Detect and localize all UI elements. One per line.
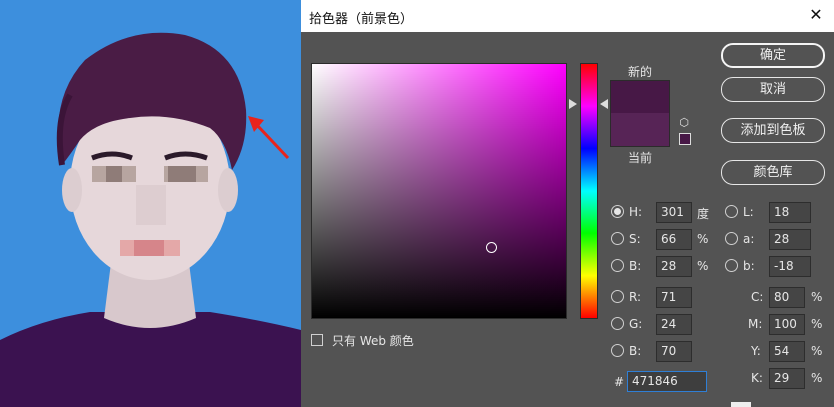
magenta-unit: % — [811, 317, 823, 331]
hue-radio[interactable] — [611, 205, 624, 218]
hex-label: # — [614, 375, 625, 389]
title-bar: 拾色器（前景色） ✕ — [301, 0, 834, 32]
blue-input[interactable]: 70 — [656, 341, 692, 362]
color-picker-dialog: 拾色器（前景色） ✕ 新的 当前 ⬡ 确定 取消 添加到色板 颜色库 H: 30… — [301, 0, 834, 407]
yellow-label: Y: — [751, 344, 761, 358]
hue-slider-handle-left-icon[interactable] — [569, 99, 577, 109]
blue-label: B: — [629, 344, 642, 358]
hue-slider[interactable] — [580, 63, 598, 319]
red-input[interactable]: 71 — [656, 287, 692, 308]
green-label: G: — [629, 317, 643, 331]
cancel-button[interactable]: 取消 — [721, 77, 825, 102]
brightness-radio[interactable] — [611, 259, 624, 272]
magenta-input[interactable]: 100 — [769, 314, 805, 335]
lab-b-radio[interactable] — [725, 259, 738, 272]
cyan-label: C: — [751, 290, 764, 304]
out-of-web-gamut-cube-icon[interactable]: ⬡ — [678, 117, 690, 129]
color-cursor[interactable] — [486, 242, 497, 253]
hue-label: H: — [629, 205, 643, 219]
web-colors-only-checkbox[interactable] — [311, 334, 323, 346]
hue-slider-handle-right-icon[interactable] — [600, 99, 608, 109]
red-radio[interactable] — [611, 290, 624, 303]
portrait-photo — [0, 0, 301, 407]
lab-a-label: a: — [743, 232, 755, 246]
web-colors-only-label: 只有 Web 颜色 — [332, 334, 414, 348]
ok-button[interactable]: 确定 — [721, 43, 825, 68]
cyan-unit: % — [811, 290, 823, 304]
color-libraries-button[interactable]: 颜色库 — [721, 160, 825, 185]
black-unit: % — [811, 371, 823, 385]
saturation-unit: % — [697, 232, 709, 246]
lightness-input[interactable]: 18 — [769, 202, 811, 223]
lab-b-input[interactable]: -18 — [769, 256, 811, 277]
brightness-unit: % — [697, 259, 709, 273]
current-color-label: 当前 — [628, 151, 653, 165]
brightness-label: B: — [629, 259, 642, 273]
screen: 拾色器（前景色） ✕ 新的 当前 ⬡ 确定 取消 添加到色板 颜色库 H: 30… — [0, 0, 834, 407]
black-label: K: — [751, 371, 763, 385]
red-label: R: — [629, 290, 642, 304]
cyan-input[interactable]: 80 — [769, 287, 805, 308]
magenta-label: M: — [748, 317, 763, 331]
lab-a-input[interactable]: 28 — [769, 229, 811, 250]
lab-b-label: b: — [743, 259, 755, 273]
lightness-radio[interactable] — [725, 205, 738, 218]
saturation-input[interactable]: 66 — [656, 229, 692, 250]
partial-element — [731, 402, 751, 407]
web-safe-swatch[interactable] — [679, 133, 691, 145]
new-color-label: 新的 — [628, 65, 653, 79]
yellow-unit: % — [811, 344, 823, 358]
blue-radio[interactable] — [611, 344, 624, 357]
dialog-title: 拾色器（前景色） — [309, 12, 414, 27]
brightness-input[interactable]: 28 — [656, 256, 692, 277]
portrait-illustration — [0, 32, 301, 407]
hue-unit: 度 — [697, 207, 710, 221]
saturation-label: S: — [629, 232, 641, 246]
new-color-swatch — [610, 80, 670, 113]
black-input[interactable]: 29 — [769, 368, 805, 389]
saturation-brightness-field[interactable] — [311, 63, 567, 319]
green-input[interactable]: 24 — [656, 314, 692, 335]
current-color-swatch[interactable] — [610, 113, 670, 147]
close-icon[interactable]: ✕ — [806, 5, 826, 25]
hue-input[interactable]: 301 — [656, 202, 692, 223]
green-radio[interactable] — [611, 317, 624, 330]
add-to-swatches-button[interactable]: 添加到色板 — [721, 118, 825, 143]
lightness-label: L: — [743, 205, 754, 219]
saturation-radio[interactable] — [611, 232, 624, 245]
yellow-input[interactable]: 54 — [769, 341, 805, 362]
lab-a-radio[interactable] — [725, 232, 738, 245]
hex-input[interactable]: 471846 — [627, 371, 707, 392]
